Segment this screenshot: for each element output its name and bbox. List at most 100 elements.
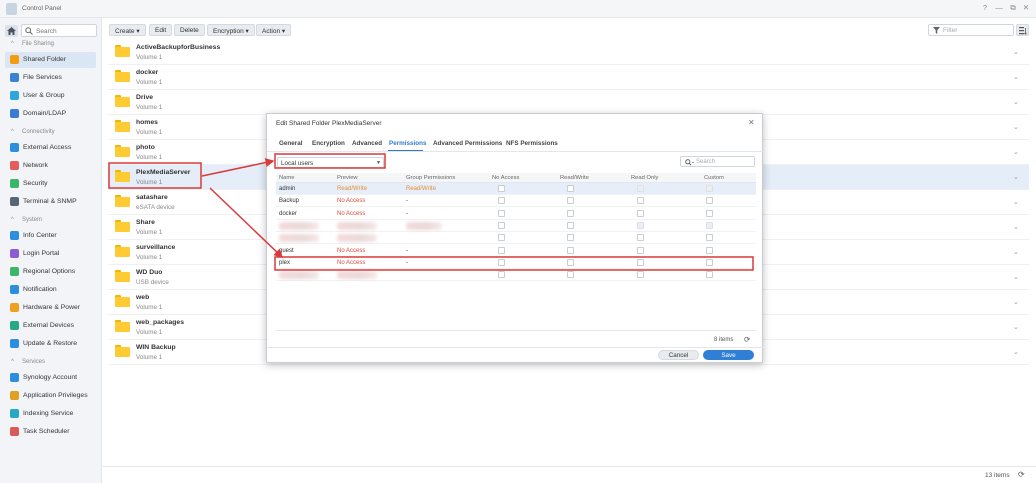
tab-permissions[interactable]: Permissions (389, 140, 426, 147)
permission-row[interactable] (276, 232, 756, 245)
sidebar-item-regional-options[interactable]: Regional Options (5, 264, 96, 280)
restore-icon[interactable]: ⧉ (1008, 3, 1018, 13)
view-options-button[interactable] (1016, 24, 1029, 36)
chevron-down-icon[interactable]: ⌄ (1013, 148, 1019, 156)
chevron-down-icon[interactable]: ⌄ (1013, 198, 1019, 206)
read-write-checkbox[interactable] (567, 185, 574, 192)
no-access-checkbox[interactable] (498, 209, 505, 217)
custom-checkbox[interactable] (706, 234, 713, 242)
sidebar-item-indexing-service[interactable]: Indexing Service (5, 406, 96, 422)
tab-advanced-permissions[interactable]: Advanced Permissions (433, 140, 502, 147)
sidebar-item-task-scheduler[interactable]: Task Scheduler (5, 424, 96, 440)
custom-checkbox[interactable] (706, 258, 713, 266)
read-only-checkbox[interactable] (637, 258, 644, 266)
sidebar-item-domain-ldap[interactable]: Domain/LDAP (5, 106, 96, 122)
filter-input[interactable]: Filter (928, 24, 1014, 36)
read-only-checkbox[interactable] (637, 271, 644, 279)
no-access-checkbox[interactable] (498, 185, 505, 192)
sidebar-item-user-group[interactable]: User & Group (5, 88, 96, 104)
edit-button[interactable]: Edit (149, 24, 173, 36)
home-button[interactable] (5, 25, 18, 37)
action-button[interactable]: Action ▾ (256, 24, 292, 36)
sidebar-section-services[interactable]: ^ Services (0, 357, 102, 369)
save-button[interactable]: Save (703, 350, 754, 360)
sidebar-section-connectivity[interactable]: ^ Connectivity (0, 127, 102, 139)
chevron-down-icon[interactable]: ⌄ (1013, 48, 1019, 56)
chevron-down-icon[interactable]: ⌄ (1013, 173, 1019, 181)
sidebar-search[interactable] (21, 24, 97, 37)
no-access-checkbox[interactable] (498, 271, 505, 279)
sidebar-item-network[interactable]: Network (5, 158, 96, 174)
custom-checkbox[interactable] (706, 246, 713, 254)
sidebar-item-terminal-snmp[interactable]: Terminal & SNMP (5, 194, 96, 210)
permission-row[interactable] (276, 269, 756, 282)
permission-row[interactable]: docker No Access - (276, 208, 756, 220)
read-write-checkbox[interactable] (567, 246, 574, 254)
sidebar-section-file-sharing[interactable]: ^ File Sharing (0, 39, 102, 51)
close-icon[interactable]: ✕ (1021, 3, 1031, 12)
no-access-checkbox[interactable] (498, 221, 505, 229)
read-only-checkbox[interactable] (637, 221, 644, 229)
permission-search[interactable]: Search (680, 156, 755, 167)
sidebar-item-external-access[interactable]: External Access (5, 140, 96, 156)
chevron-down-icon[interactable]: ⌄ (1013, 298, 1019, 306)
chevron-down-icon[interactable]: ⌄ (1013, 123, 1019, 131)
sidebar-item-synology-account[interactable]: Synology Account (5, 370, 96, 386)
help-icon[interactable]: ? (980, 3, 990, 12)
refresh-icon[interactable]: ⟳ (1018, 470, 1025, 479)
tab-general[interactable]: General (279, 140, 302, 147)
custom-checkbox[interactable] (706, 221, 713, 229)
create-button[interactable]: Create ▾ (109, 24, 146, 36)
sidebar-item-security[interactable]: Security (5, 176, 96, 192)
chevron-down-icon[interactable]: ⌄ (1013, 73, 1019, 81)
table-row[interactable]: ActiveBackupforBusiness Volume 1 ⌄ (108, 40, 1029, 65)
no-access-checkbox[interactable] (498, 234, 505, 242)
chevron-down-icon[interactable]: ⌄ (1013, 98, 1019, 106)
chevron-down-icon[interactable]: ⌄ (1013, 348, 1019, 356)
sidebar-item-info-center[interactable]: Info Center (5, 228, 96, 244)
chevron-down-icon[interactable]: ⌄ (1013, 323, 1019, 331)
sidebar-item-update-restore[interactable]: Update & Restore (5, 336, 96, 352)
read-write-checkbox[interactable] (567, 234, 574, 242)
permission-row[interactable] (276, 220, 756, 232)
sidebar-search-input[interactable] (36, 27, 94, 35)
sidebar-item-shared-folder[interactable]: Shared Folder (5, 52, 96, 68)
permission-row[interactable]: admin Read/Write Read/Write (276, 183, 756, 195)
read-only-checkbox[interactable] (637, 234, 644, 242)
read-write-checkbox[interactable] (567, 197, 574, 205)
sidebar-item-login-portal[interactable]: Login Portal (5, 246, 96, 262)
read-only-checkbox[interactable] (637, 209, 644, 217)
sidebar-item-file-services[interactable]: File Services (5, 70, 96, 86)
read-write-checkbox[interactable] (567, 258, 574, 266)
read-write-checkbox[interactable] (567, 209, 574, 217)
table-row[interactable]: docker Volume 1 ⌄ (108, 65, 1029, 90)
sidebar-item-external-devices[interactable]: External Devices (5, 318, 96, 334)
no-access-checkbox[interactable] (498, 246, 505, 254)
custom-checkbox[interactable] (706, 209, 713, 217)
delete-button[interactable]: Delete (174, 24, 205, 36)
refresh-icon[interactable]: ⟳ (744, 335, 750, 344)
no-access-checkbox[interactable] (498, 258, 505, 266)
encryption-button[interactable]: Encryption ▾ (207, 24, 255, 36)
tab-encryption[interactable]: Encryption (312, 140, 345, 147)
read-only-checkbox[interactable] (637, 246, 644, 254)
read-only-checkbox[interactable] (637, 197, 644, 205)
chevron-down-icon[interactable]: ⌄ (1013, 223, 1019, 231)
permission-row[interactable]: guest No Access - (276, 245, 756, 257)
table-row[interactable]: Drive Volume 1 ⌄ (108, 90, 1029, 115)
no-access-checkbox[interactable] (498, 197, 505, 205)
permission-row[interactable]: plex No Access - (276, 257, 756, 269)
read-write-checkbox[interactable] (567, 221, 574, 229)
custom-checkbox[interactable] (706, 185, 713, 192)
chevron-down-icon[interactable]: ⌄ (1013, 273, 1019, 281)
permission-row[interactable]: Backup No Access - (276, 195, 756, 208)
custom-checkbox[interactable] (706, 271, 713, 279)
tab-advanced[interactable]: Advanced (352, 140, 382, 147)
sidebar-item-application-privileges[interactable]: Application Privileges (5, 388, 96, 404)
read-only-checkbox[interactable] (637, 185, 644, 192)
chevron-down-icon[interactable]: ⌄ (1013, 248, 1019, 256)
read-write-checkbox[interactable] (567, 271, 574, 279)
sidebar-item-hardware-power[interactable]: Hardware & Power (5, 300, 96, 316)
cancel-button[interactable]: Cancel (658, 350, 699, 360)
dialog-close-icon[interactable]: ✕ (748, 118, 755, 127)
